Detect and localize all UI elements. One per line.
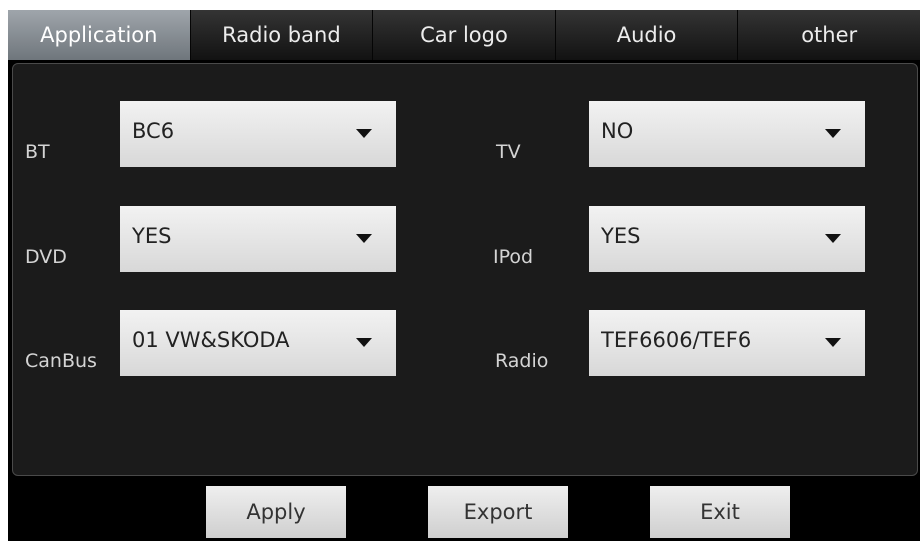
ipod-select[interactable]: YES [589, 206, 865, 272]
dropdown-arrow-icon [825, 338, 841, 347]
dropdown-arrow-icon [825, 234, 841, 243]
ipod-value: YES [601, 224, 641, 248]
tab-audio[interactable]: Audio [554, 10, 738, 60]
bt-value: BC6 [132, 119, 175, 143]
dropdown-arrow-icon [356, 234, 372, 243]
canbus-value: 01 VW&SKODA [132, 328, 290, 352]
dropdown-arrow-icon [356, 129, 372, 138]
bt-label: BT [25, 141, 50, 163]
dropdown-arrow-icon [825, 129, 841, 138]
tv-select[interactable]: NO [589, 101, 865, 167]
bt-select[interactable]: BC6 [120, 101, 396, 167]
settings-row-2: DVD YES IPod YES [13, 206, 919, 272]
action-bar: Apply Export Exit [8, 480, 920, 541]
exit-button[interactable]: Exit [650, 486, 790, 538]
settings-row-1: BT BC6 TV NO [13, 101, 919, 167]
tab-application[interactable]: Application [8, 10, 190, 60]
settings-screen: Application Radio band Car logo Audio ot… [8, 10, 920, 541]
settings-row-3: CanBus 01 VW&SKODA Radio TEF6606/TEF6 [13, 310, 919, 376]
dvd-value: YES [132, 224, 172, 248]
radio-select[interactable]: TEF6606/TEF6 [589, 310, 865, 376]
tab-radio-band[interactable]: Radio band [189, 10, 373, 60]
tab-bar: Application Radio band Car logo Audio ot… [8, 10, 920, 60]
tab-other[interactable]: other [737, 10, 920, 60]
canbus-label: CanBus [25, 350, 97, 372]
tab-car-logo[interactable]: Car logo [372, 10, 555, 60]
tv-value: NO [601, 119, 634, 143]
dvd-select[interactable]: YES [120, 206, 396, 272]
dvd-label: DVD [25, 246, 67, 268]
radio-label: Radio [495, 350, 549, 372]
tv-label: TV [496, 141, 521, 163]
ipod-label: IPod [493, 246, 534, 268]
export-button[interactable]: Export [428, 486, 568, 538]
radio-value: TEF6606/TEF6 [601, 328, 752, 352]
canbus-select[interactable]: 01 VW&SKODA [120, 310, 396, 376]
apply-button[interactable]: Apply [206, 486, 346, 538]
dropdown-arrow-icon [356, 338, 372, 347]
application-settings-panel: BT BC6 TV NO DVD YES IPod YES CanBus 01 … [12, 63, 918, 476]
